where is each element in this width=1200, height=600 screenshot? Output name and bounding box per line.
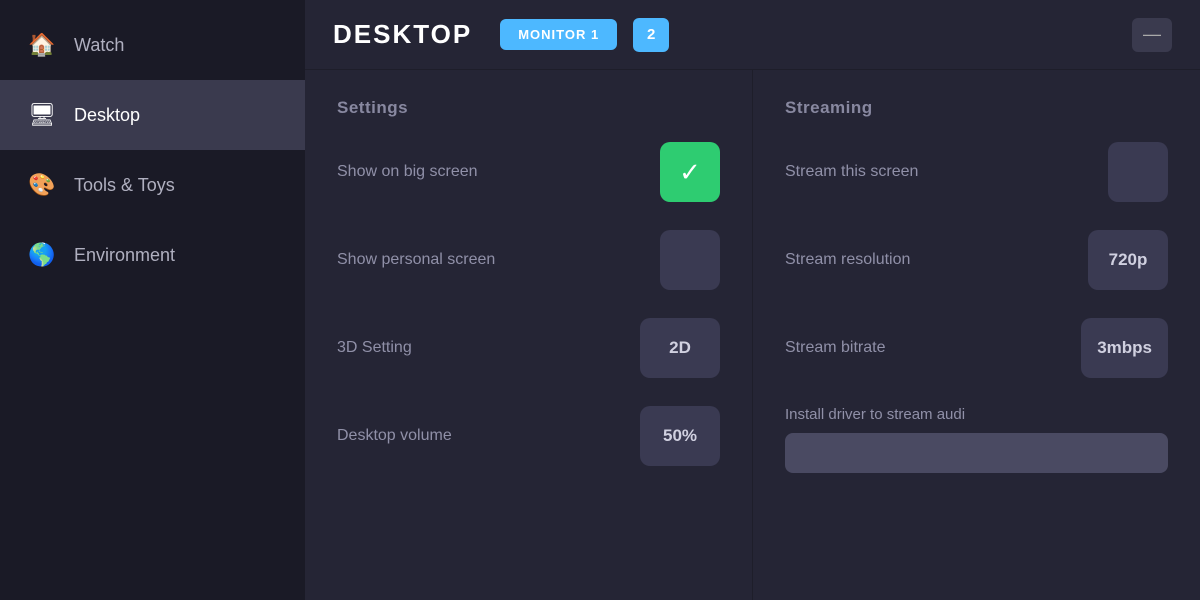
show-big-screen-label: Show on big screen xyxy=(337,163,478,181)
install-driver-row: Install driver to stream audi xyxy=(785,406,1168,478)
settings-title: Settings xyxy=(337,98,720,118)
globe-icon: 🌎 xyxy=(28,242,56,268)
sidebar-item-environment[interactable]: 🌎 Environment xyxy=(0,220,305,290)
streaming-panel: Streaming Stream this screen Stream reso… xyxy=(753,70,1200,600)
stream-resolution-button[interactable]: 720p xyxy=(1088,230,1168,290)
show-personal-screen-toggle[interactable] xyxy=(660,230,720,290)
3d-setting-row: 3D Setting 2D xyxy=(337,318,720,378)
stream-resolution-row: Stream resolution 720p xyxy=(785,230,1168,290)
stream-this-screen-toggle[interactable] xyxy=(1108,142,1168,202)
sidebar-label-tools: Tools & Toys xyxy=(74,175,175,196)
desktop-volume-label: Desktop volume xyxy=(337,427,452,445)
palette-icon: 🎨 xyxy=(28,172,56,198)
sidebar-label-environment: Environment xyxy=(74,245,175,266)
install-driver-label: Install driver to stream audi xyxy=(785,406,1168,423)
show-big-screen-toggle[interactable]: ✓ xyxy=(660,142,720,202)
sidebar-item-desktop[interactable]: 🖥 Desktop xyxy=(0,80,305,150)
main-panel: DESKTOP MONITOR 1 2 — Settings Show on b… xyxy=(305,0,1200,600)
sidebar-item-tools[interactable]: 🎨 Tools & Toys xyxy=(0,150,305,220)
page-title: DESKTOP xyxy=(333,19,472,50)
stream-bitrate-button[interactable]: 3mbps xyxy=(1081,318,1168,378)
show-big-screen-row: Show on big screen ✓ xyxy=(337,142,720,202)
home-icon: 🏠 xyxy=(28,32,56,58)
minimize-button[interactable]: — xyxy=(1132,18,1172,52)
content-area: Settings Show on big screen ✓ Show perso… xyxy=(305,70,1200,600)
stream-this-screen-row: Stream this screen xyxy=(785,142,1168,202)
stream-this-screen-label: Stream this screen xyxy=(785,163,918,181)
install-driver-button[interactable] xyxy=(785,433,1168,473)
3d-setting-button[interactable]: 2D xyxy=(640,318,720,378)
desktop-volume-button[interactable]: 50% xyxy=(640,406,720,466)
desktop-volume-row: Desktop volume 50% xyxy=(337,406,720,466)
settings-panel: Settings Show on big screen ✓ Show perso… xyxy=(305,70,753,600)
3d-setting-label: 3D Setting xyxy=(337,339,412,357)
stream-resolution-label: Stream resolution xyxy=(785,251,910,269)
monitor1-button[interactable]: MONITOR 1 xyxy=(500,19,617,50)
sidebar-label-watch: Watch xyxy=(74,35,124,56)
sidebar: 🏠 Watch 🖥 Desktop 🎨 Tools & Toys 🌎 Envir… xyxy=(0,0,305,600)
sidebar-item-watch[interactable]: 🏠 Watch xyxy=(0,10,305,80)
monitor2-button[interactable]: 2 xyxy=(633,18,669,52)
stream-bitrate-label: Stream bitrate xyxy=(785,339,885,357)
show-personal-screen-row: Show personal screen xyxy=(337,230,720,290)
desktop-icon: 🖥 xyxy=(28,102,56,128)
sidebar-label-desktop: Desktop xyxy=(74,105,140,126)
header: DESKTOP MONITOR 1 2 — xyxy=(305,0,1200,70)
streaming-title: Streaming xyxy=(785,98,1168,118)
show-personal-screen-label: Show personal screen xyxy=(337,251,495,269)
stream-bitrate-row: Stream bitrate 3mbps xyxy=(785,318,1168,378)
